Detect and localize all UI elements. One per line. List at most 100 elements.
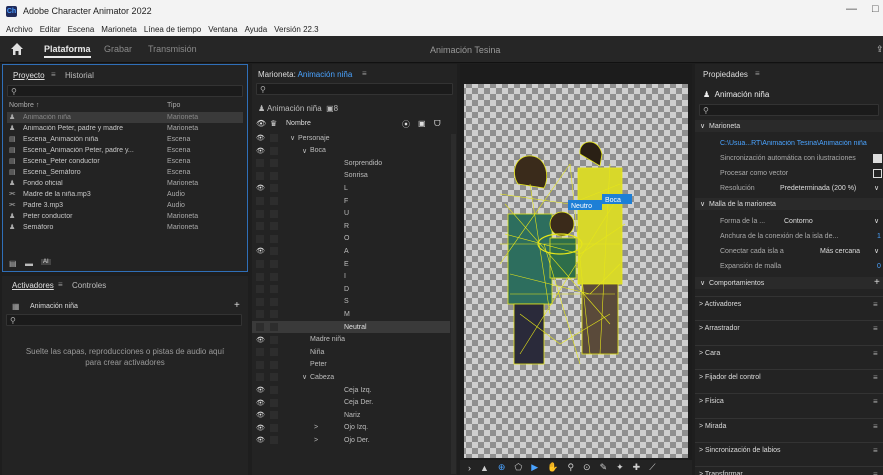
eye-hidden-icon[interactable]	[256, 197, 264, 205]
layer-cell[interactable]	[270, 348, 278, 357]
project-list-item[interactable]: ♟ Animación niña Marioneta	[7, 112, 243, 123]
warp-tool-icon[interactable]: ▲	[480, 463, 489, 473]
behavior-menu-icon[interactable]: ≡	[873, 349, 878, 358]
behavior-menu-icon[interactable]: ≡	[873, 397, 878, 406]
layer-row[interactable]: 👁 Nariz	[252, 409, 450, 421]
layer-row[interactable]: ∨ Cabeza	[252, 371, 450, 383]
eye-hidden-icon[interactable]	[256, 234, 264, 243]
properties-search-input[interactable]: ⚲	[699, 104, 879, 116]
layer-row[interactable]: E	[252, 258, 450, 270]
layer-cell[interactable]	[270, 323, 278, 331]
menu-marioneta[interactable]: Marioneta	[101, 25, 137, 34]
layer-row[interactable]: 👁 ∨ Personaje	[252, 132, 450, 144]
menu-version[interactable]: Versión 22.3	[274, 25, 318, 34]
eye-hidden-icon[interactable]	[256, 297, 264, 306]
folder-icon[interactable]: ▬	[25, 259, 33, 268]
tab-controles[interactable]: Controles	[72, 281, 106, 290]
layer-cell[interactable]	[270, 398, 278, 407]
layer-row[interactable]: 👁 Ceja Der.	[252, 397, 450, 409]
layer-cell[interactable]	[270, 134, 278, 142]
minimize-button[interactable]: —	[846, 3, 857, 15]
layer-row[interactable]: Niña	[252, 346, 450, 358]
behavior-row[interactable]: > Arrastrador ≡	[695, 320, 883, 336]
stick-tool-icon[interactable]: ✚	[633, 462, 641, 473]
mesh-handle-neutral[interactable]: Neutro	[568, 200, 602, 210]
layer-cell[interactable]	[270, 171, 278, 180]
eye-hidden-icon[interactable]	[256, 272, 264, 281]
eye-icon[interactable]: 👁	[256, 247, 265, 255]
panel-menu-icon[interactable]: ≡	[362, 69, 367, 78]
layer-row[interactable]: Sorprendido	[252, 157, 450, 169]
layer-cell[interactable]	[270, 247, 278, 256]
behavior-row[interactable]: > Física ≡	[695, 393, 883, 409]
tab-activadores[interactable]: Activadores	[12, 281, 54, 290]
eye-hidden-icon[interactable]	[256, 373, 264, 382]
layer-cell[interactable]	[270, 360, 278, 369]
select-tool-icon[interactable]: ▶	[531, 462, 538, 473]
column-name-header[interactable]: Nombre	[286, 120, 311, 127]
chevron-right-icon[interactable]: >	[314, 437, 318, 444]
eye-icon[interactable]: 👁	[256, 336, 265, 344]
project-list-item[interactable]: ▤ Escena_Semáforo Escena	[7, 167, 243, 178]
eye-hidden-icon[interactable]	[256, 222, 264, 231]
layer-cell[interactable]	[270, 159, 278, 168]
share-icon[interactable]: ⇪	[876, 44, 883, 55]
connect-dropdown[interactable]: Más cercana	[820, 248, 860, 255]
add-trigger-button[interactable]: +	[234, 300, 240, 311]
project-list-item[interactable]: ▤ Escena_Animación Peter, padre y... Escen…	[7, 145, 243, 156]
layer-row[interactable]: 👁 > Ojo Izq.	[252, 422, 450, 434]
layer-row[interactable]: S	[252, 296, 450, 308]
layer-row[interactable]: O	[252, 233, 450, 245]
layer-cell[interactable]	[270, 222, 278, 231]
layer-cell[interactable]	[270, 209, 278, 218]
shape-tool-icon[interactable]: ⬠	[514, 462, 522, 473]
menu-ayuda[interactable]: Ayuda	[245, 25, 268, 34]
tab-historial[interactable]: Historial	[65, 71, 94, 80]
scene-canvas[interactable]: Neutro Boca	[460, 64, 692, 475]
layer-row[interactable]: Neutral	[252, 321, 450, 333]
layer-row[interactable]: R	[252, 220, 450, 232]
project-list-item[interactable]: ♟ Semáforo Marioneta	[7, 222, 243, 233]
layer-cell[interactable]	[270, 272, 278, 281]
project-list-item[interactable]: ⫘ Madre de la niña.mp3 Audio	[7, 189, 243, 200]
layer-cell[interactable]	[270, 386, 278, 394]
behavior-row[interactable]: > Mirada ≡	[695, 417, 883, 434]
layer-row[interactable]: I	[252, 271, 450, 283]
add-behavior-button[interactable]: +	[874, 277, 880, 288]
eye-hidden-icon[interactable]	[256, 310, 264, 319]
panel-menu-icon[interactable]: ≡	[58, 280, 63, 289]
eye-icon[interactable]: 👁	[256, 436, 265, 444]
layer-row[interactable]: D	[252, 283, 450, 295]
behavior-menu-icon[interactable]: ≡	[873, 324, 878, 333]
layer-cell[interactable]	[270, 146, 278, 155]
vector-checkbox[interactable]	[873, 169, 882, 178]
chevron-down-icon[interactable]: ∨	[874, 184, 879, 192]
behavior-menu-icon[interactable]: ≡	[873, 373, 878, 382]
layer-row[interactable]: 👁 L	[252, 182, 450, 194]
eye-icon[interactable]: 👁	[256, 399, 265, 407]
tab-transmision[interactable]: Transmisión	[148, 44, 197, 54]
layer-cell[interactable]	[270, 423, 278, 432]
origin-tool-icon[interactable]: ⊙	[583, 462, 591, 473]
mesh-handle-boca[interactable]: Boca	[602, 194, 632, 204]
layer-cell[interactable]	[270, 260, 278, 268]
eye-hidden-icon[interactable]	[256, 285, 264, 294]
layer-row[interactable]: F	[252, 195, 450, 207]
island-width-value[interactable]: 1	[877, 233, 881, 240]
layer-cell[interactable]	[270, 285, 278, 294]
eye-hidden-icon[interactable]	[256, 260, 264, 268]
expansion-value[interactable]: 0	[877, 263, 881, 270]
project-list-item[interactable]: ♟ Animación Peter, padre y madre Marioneta	[7, 123, 243, 134]
eye-icon[interactable]: 👁	[256, 386, 265, 394]
menu-escena[interactable]: Escena	[68, 25, 95, 34]
behavior-row[interactable]: > Sincronización de labios ≡	[695, 441, 883, 458]
layer-cell[interactable]	[270, 297, 278, 306]
behavior-row[interactable]: > Fijador del control ≡	[695, 368, 883, 385]
panel-menu-icon[interactable]: ≡	[51, 70, 56, 79]
layer-row[interactable]: Sonrisa	[252, 170, 450, 182]
eye-hidden-icon[interactable]	[256, 348, 264, 357]
puppet-search-input[interactable]: ⚲	[256, 83, 453, 95]
column-name-header[interactable]: Nombre ↑	[9, 102, 39, 109]
puppet-path-link[interactable]: C:\Usua...RT\Animación Tesina\Animación …	[720, 140, 880, 147]
menu-ventana[interactable]: Ventana	[208, 25, 237, 34]
